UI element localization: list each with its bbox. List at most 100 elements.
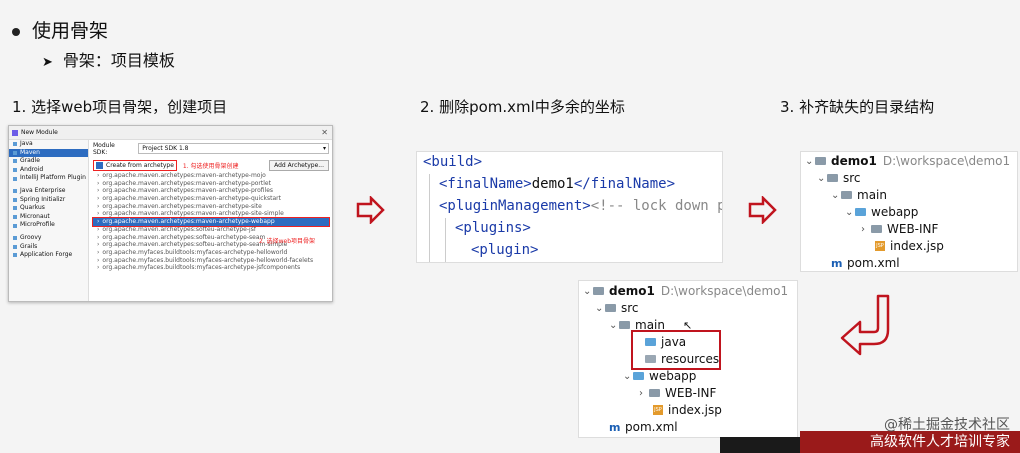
tree-project-name[interactable]: demo1: [609, 284, 655, 298]
generator-item[interactable]: Java Enterprise: [9, 187, 88, 196]
generator-label: Grails: [20, 242, 38, 250]
archetype-item[interactable]: › org.apache.myfaces.buildtools:myfaces-a…: [93, 257, 329, 265]
intellij-icon: [12, 129, 18, 136]
chevron-down-icon[interactable]: ⌄: [595, 303, 605, 314]
chevron-down-icon[interactable]: ⌄: [623, 371, 633, 382]
arrow-right-icon: [748, 196, 777, 224]
archetype-label: org.apache.maven.archetypes:maven-archet…: [102, 187, 274, 195]
archetype-row: Create from archetype 1. 勾选使用骨架创建 Add Ar…: [93, 158, 329, 172]
generator-label: Application Forge: [20, 251, 73, 259]
folder-icon: [871, 225, 882, 233]
chevron-right-icon[interactable]: ›: [861, 224, 871, 235]
chevron-down-icon[interactable]: ⌄: [845, 207, 855, 218]
chevron-down-icon[interactable]: ⌄: [609, 320, 619, 331]
tree-src[interactable]: src: [843, 171, 861, 185]
archetype-item[interactable]: › org.apache.myfaces.buildtools:myfaces-a…: [93, 264, 329, 272]
tree-index-jsp[interactable]: index.jsp: [668, 403, 722, 417]
checkbox-checked-icon: [96, 161, 103, 169]
generator-icon: [13, 189, 17, 194]
generator-label: Spring Initializr: [20, 195, 66, 203]
module-sdk-select[interactable]: Project SDK 1.8 ▾: [138, 143, 329, 154]
folder-icon: [605, 304, 616, 312]
generator-item[interactable]: Application Forge: [9, 251, 88, 260]
banner-dark-strip: [720, 437, 810, 453]
watermark: @稀土掘金技术社区: [884, 417, 1010, 433]
archetype-label: org.apache.myfaces.buildtools:myfaces-ar…: [102, 256, 314, 264]
archetype-label: org.apache.myfaces.buildtools:myfaces-ar…: [102, 264, 301, 272]
archetype-item[interactable]: › org.apache.maven.archetypes:maven-arche…: [93, 187, 329, 195]
generator-label: Gradle: [20, 157, 40, 165]
generator-item[interactable]: IntelliJ Platform Plugin: [9, 174, 88, 183]
folder-icon: [841, 191, 852, 199]
chevron-right-icon[interactable]: ›: [639, 388, 649, 399]
generator-label: Java: [20, 140, 33, 147]
generator-item[interactable]: Groovy: [9, 234, 88, 243]
archetype-item[interactable]: › org.apache.maven.archetypes:maven-arche…: [93, 203, 329, 211]
close-icon[interactable]: ✕: [321, 128, 328, 137]
create-from-archetype-checkbox[interactable]: Create from archetype: [93, 159, 177, 171]
code-plugin: <plugin>: [471, 242, 539, 258]
tree-pom-xml[interactable]: pom.xml: [847, 256, 900, 270]
generator-item[interactable]: Grails: [9, 243, 88, 252]
chevron-right-icon: ›: [97, 233, 100, 241]
archetype-item[interactable]: › org.apache.maven.archetypes:maven-arche…: [93, 180, 329, 188]
archetype-item[interactable]: › org.apache.myfaces.buildtools:myfaces-a…: [93, 249, 329, 257]
add-archetype-button[interactable]: Add Archetype...: [269, 159, 329, 171]
code-line-1: <build>: [423, 154, 483, 170]
archetype-item[interactable]: › org.apache.maven.archetypes:maven-arche…: [92, 217, 330, 227]
step-2-label: 2. 删除pom.xml中多余的坐标: [420, 98, 625, 116]
archetype-label: org.apache.maven.archetypes:maven-archet…: [102, 195, 281, 203]
generator-item[interactable]: MicroProfile: [9, 221, 88, 230]
archetype-item[interactable]: › org.apache.maven.archetypes:softeu-arch…: [93, 226, 329, 234]
chevron-down-icon[interactable]: ⌄: [817, 173, 827, 184]
chevron-right-icon: ›: [97, 202, 100, 210]
subheading-text: 骨架：项目模板: [62, 51, 175, 70]
generator-icon: [13, 197, 17, 202]
archetype-item[interactable]: › org.apache.maven.archetypes:maven-arche…: [93, 172, 329, 180]
generator-icon: [13, 150, 17, 155]
generator-label: IntelliJ Platform Plugin: [20, 174, 86, 182]
chevron-right-icon: ›: [97, 195, 100, 203]
tree-project-name[interactable]: demo1: [831, 154, 877, 168]
generator-label: MicroProfile: [20, 221, 55, 229]
generator-item[interactable]: Spring Initializr: [9, 196, 88, 205]
generator-item[interactable]: Java: [9, 140, 88, 149]
bullet-dot: [12, 27, 20, 36]
tree-index-jsp[interactable]: index.jsp: [890, 239, 944, 253]
project-tree-before: ⌄ demo1 D:\workspace\demo1 ⌄ src ⌄ main ⌄ web…: [800, 151, 1018, 272]
archetype-item[interactable]: › org.apache.maven.archetypes:maven-arche…: [93, 195, 329, 203]
chevron-right-icon: ›: [97, 225, 100, 233]
folder-icon: [619, 321, 630, 329]
generator-item[interactable]: Micronaut: [9, 213, 88, 222]
generator-icon: [13, 142, 17, 147]
chevron-down-icon[interactable]: ⌄: [831, 190, 841, 201]
chevron-down-icon[interactable]: ⌄: [583, 286, 593, 297]
folder-icon: [827, 174, 838, 182]
generator-item[interactable]: Gradle: [9, 157, 88, 166]
tree-webinf[interactable]: WEB-INF: [665, 386, 716, 400]
generator-item[interactable]: Quarkus: [9, 204, 88, 213]
module-sdk-row: Module SDK: Project SDK 1.8 ▾: [93, 142, 329, 156]
chevron-down-icon[interactable]: ⌄: [805, 156, 815, 167]
generator-item[interactable]: Android: [9, 166, 88, 175]
jsp-file-icon: JSP: [653, 405, 663, 415]
tree-webapp[interactable]: webapp: [649, 369, 696, 383]
archetype-label: org.apache.maven.archetypes:softeu-arche…: [102, 225, 256, 233]
annotation-note-1: 1. 勾选使用骨架创建: [182, 162, 239, 170]
annotation-note-2: 2. 选择web项目骨架: [259, 238, 316, 245]
tree-webinf[interactable]: WEB-INF: [887, 222, 938, 236]
archetype-item[interactable]: › org.apache.maven.archetypes:maven-arche…: [93, 210, 329, 218]
archetype-label: org.apache.maven.archetypes:maven-archet…: [102, 172, 266, 179]
tree-main[interactable]: main: [857, 188, 887, 202]
tree-pom-xml[interactable]: pom.xml: [625, 420, 678, 434]
generator-item[interactable]: Maven: [9, 148, 88, 158]
tree-src[interactable]: src: [621, 301, 639, 315]
generator-label: Android: [20, 165, 44, 173]
code-comment: <!-- lock down pl: [590, 198, 723, 214]
generator-icon: [13, 253, 17, 258]
chevron-right-icon: ›: [97, 248, 100, 256]
generator-icon: [13, 223, 17, 228]
tree-webapp[interactable]: webapp: [871, 205, 918, 219]
chevron-right-icon: ›: [97, 187, 100, 195]
step-3-label: 3. 补齐缺失的目录结构: [780, 98, 935, 116]
